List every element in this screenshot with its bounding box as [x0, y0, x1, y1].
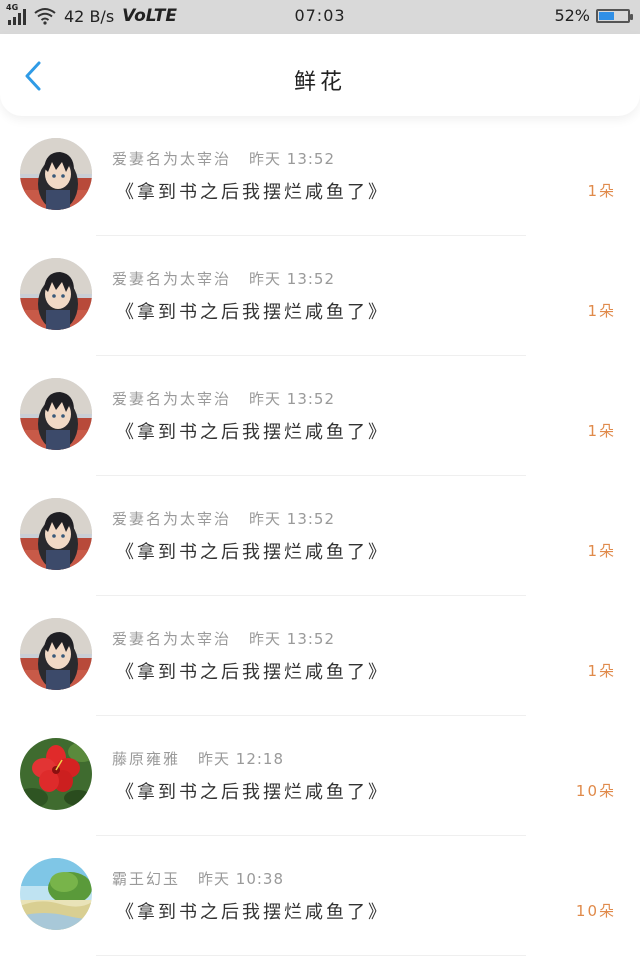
sender-name[interactable]: 爱妻名为太宰治 — [112, 390, 231, 408]
page-title: 鲜花 — [293, 70, 346, 95]
sender-line: 爱妻名为太宰治 昨天 13:52 — [112, 508, 335, 529]
sender-name[interactable]: 爱妻名为太宰治 — [112, 510, 231, 528]
status-time: 07:03 — [294, 6, 346, 25]
timestamp: 昨天 13:52 — [249, 390, 336, 408]
list-item[interactable]: 爱妻名为太宰治 昨天 13:52 《拿到书之后我摆烂咸鱼了》 1朵 — [0, 116, 640, 236]
avatar[interactable] — [20, 498, 92, 570]
flower-count: 1朵 — [587, 302, 616, 320]
timestamp: 昨天 13:52 — [249, 630, 336, 648]
timestamp: 昨天 12:18 — [198, 750, 285, 768]
flower-count: 1朵 — [587, 422, 616, 440]
status-right: 52% — [554, 6, 633, 25]
book-title[interactable]: 《拿到书之后我摆烂咸鱼了》 — [116, 298, 389, 324]
sender-name[interactable]: 霸王幻玉 — [112, 870, 180, 888]
avatar[interactable] — [20, 738, 92, 810]
battery-icon — [596, 8, 633, 23]
sender-line: 藤原雍雅 昨天 12:18 — [112, 748, 284, 769]
timestamp: 昨天 13:52 — [249, 510, 336, 528]
sender-line: 爱妻名为太宰治 昨天 13:52 — [112, 268, 335, 289]
flower-count: 1朵 — [587, 542, 616, 560]
book-title[interactable]: 《拿到书之后我摆烂咸鱼了》 — [116, 418, 389, 444]
battery-fill — [599, 11, 614, 20]
flower-count: 1朵 — [587, 662, 616, 680]
avatar[interactable] — [20, 138, 92, 210]
flower-record-list: 爱妻名为太宰治 昨天 13:52 《拿到书之后我摆烂咸鱼了》 1朵 爱妻名为太宰治 昨天… — [0, 116, 640, 956]
flower-count: 1朵 — [587, 182, 616, 200]
sender-name[interactable]: 爱妻名为太宰治 — [112, 630, 231, 648]
flower-count: 10朵 — [575, 782, 616, 800]
list-item[interactable]: 爱妻名为太宰治 昨天 13:52 《拿到书之后我摆烂咸鱼了》 1朵 — [0, 476, 640, 596]
divider — [96, 955, 526, 956]
flower-count: 10朵 — [575, 902, 616, 920]
nav-header: 鲜花 — [0, 34, 640, 116]
timestamp: 昨天 13:52 — [249, 270, 336, 288]
book-title[interactable]: 《拿到书之后我摆烂咸鱼了》 — [116, 658, 389, 684]
sender-name[interactable]: 藤原雍雅 — [112, 750, 180, 768]
avatar[interactable] — [20, 618, 92, 690]
book-title[interactable]: 《拿到书之后我摆烂咸鱼了》 — [116, 538, 389, 564]
sender-name[interactable]: 爱妻名为太宰治 — [112, 150, 231, 168]
list-item[interactable]: 爱妻名为太宰治 昨天 13:52 《拿到书之后我摆烂咸鱼了》 1朵 — [0, 356, 640, 476]
book-title[interactable]: 《拿到书之后我摆烂咸鱼了》 — [116, 778, 389, 804]
sender-line: 爱妻名为太宰治 昨天 13:52 — [112, 628, 335, 649]
sender-line: 爱妻名为太宰治 昨天 13:52 — [112, 388, 335, 409]
timestamp: 昨天 10:38 — [198, 870, 285, 888]
sender-line: 爱妻名为太宰治 昨天 13:52 — [112, 148, 335, 169]
battery-percent: 52% — [554, 6, 590, 25]
status-bar: 4G 42 B/s VoLTE 07:03 52% — [0, 0, 640, 34]
avatar[interactable] — [20, 258, 92, 330]
list-item[interactable]: 爱妻名为太宰治 昨天 13:52 《拿到书之后我摆烂咸鱼了》 1朵 — [0, 236, 640, 356]
list-item[interactable]: 藤原雍雅 昨天 12:18 《拿到书之后我摆烂咸鱼了》 10朵 — [0, 716, 640, 836]
book-title[interactable]: 《拿到书之后我摆烂咸鱼了》 — [116, 178, 389, 204]
avatar[interactable] — [20, 378, 92, 450]
list-item[interactable]: 爱妻名为太宰治 昨天 13:52 《拿到书之后我摆烂咸鱼了》 1朵 — [0, 596, 640, 716]
sender-name[interactable]: 爱妻名为太宰治 — [112, 270, 231, 288]
avatar[interactable] — [20, 858, 92, 930]
sender-line: 霸王幻玉 昨天 10:38 — [112, 868, 284, 889]
timestamp: 昨天 13:52 — [249, 150, 336, 168]
book-title[interactable]: 《拿到书之后我摆烂咸鱼了》 — [116, 898, 389, 924]
list-item[interactable]: 霸王幻玉 昨天 10:38 《拿到书之后我摆烂咸鱼了》 10朵 — [0, 836, 640, 956]
